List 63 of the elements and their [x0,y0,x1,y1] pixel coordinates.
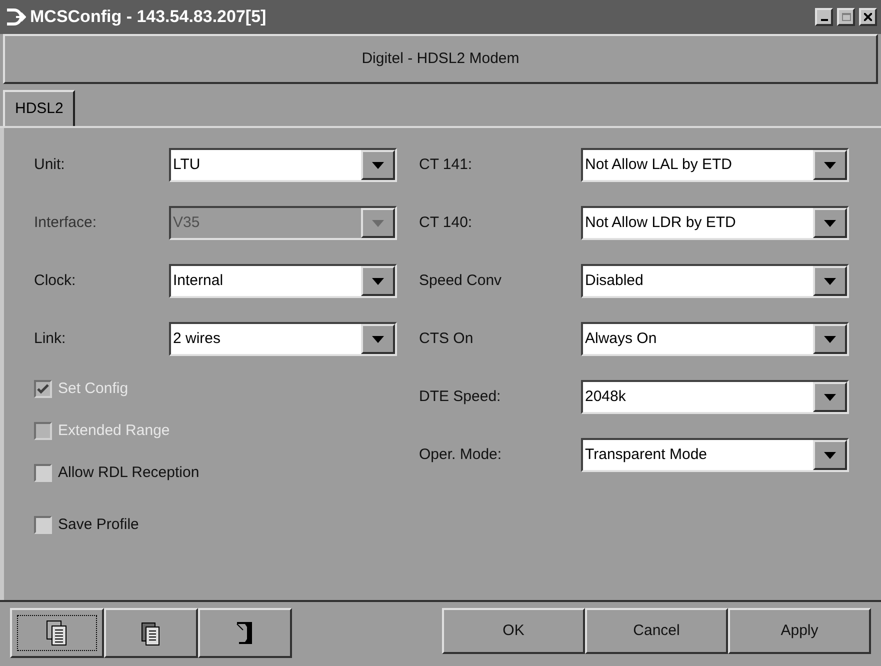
dropdown[interactable]: 2048k [581,380,849,414]
field-label: Unit: [34,154,66,175]
dropdown[interactable]: Disabled [581,264,849,298]
tab[interactable]: HDSL2 [3,90,76,126]
dropdown[interactable]: Transparent Mode [581,438,849,472]
checkbox[interactable] [34,516,52,534]
door-icon [235,620,255,646]
dropdown-value: Disabled [584,270,644,291]
checkmark-icon [37,384,49,394]
checkbox[interactable] [34,464,52,482]
dropdown-arrow-icon [372,162,384,168]
dropdown-value: Transparent Mode [584,444,708,465]
clipboard-icon [141,620,161,646]
dropdown[interactable]: LTU [169,148,397,182]
field-label: Oper. Mode: [419,444,503,465]
app-logo-icon [4,6,26,28]
dropdown[interactable]: Internal [169,264,397,298]
toolbar-button[interactable] [198,608,292,658]
dropdown-arrow-icon [824,220,836,226]
dropdown-arrow-icon [824,162,836,168]
dropdown-value: 2048k [584,386,627,407]
dropdown-arrow-icon [372,278,384,284]
field-label: Link: [34,328,67,349]
toolbar-button[interactable] [104,608,198,658]
dialog-button[interactable]: OK [442,608,585,654]
maximize-button[interactable] [837,8,855,26]
dropdown-arrow-icon [372,220,384,226]
toolbar-button[interactable] [10,608,104,658]
field-label: CT 141: [419,154,474,175]
dropdown-value: Not Allow LDR by ETD [584,212,737,233]
checkbox-label: Set Config [58,378,128,399]
field-label: Clock: [34,270,77,291]
dropdown-value: V35 [172,212,201,233]
dropdown[interactable]: 2 wires [169,322,397,356]
dropdown-arrow-icon [824,278,836,284]
window-title: MCSConfig - 143.54.83.207[5] [30,6,268,28]
dropdown-arrow-icon [372,336,384,342]
dropdown[interactable]: Not Allow LDR by ETD [581,206,849,240]
dropdown[interactable]: Not Allow LAL by ETD [581,148,849,182]
dropdown-arrow-icon [824,336,836,342]
dialog-button[interactable]: Cancel [585,608,728,654]
close-icon [864,13,872,21]
header-title: Digitel - HDSL2 Modem [362,48,520,69]
field-label: CTS On [419,328,474,349]
dropdown-arrow-icon [824,394,836,400]
field-label: Speed Conv [419,270,503,291]
dropdown[interactable]: Always On [581,322,849,356]
checkbox-label: Allow RDL Reception [58,462,200,483]
dropdown-value: LTU [172,154,202,175]
checkbox-label: Save Profile [58,514,139,535]
documents-icon [46,620,68,646]
dropdown-value: Not Allow LAL by ETD [584,154,734,175]
dropdown-value: 2 wires [172,328,222,349]
dropdown-value: Always On [584,328,658,349]
field-label: CT 140: [419,212,474,233]
checkbox-label: Extended Range [58,420,170,441]
dialog-button[interactable]: Apply [728,608,871,654]
minimize-button[interactable] [815,8,833,26]
field-label: Interface: [34,212,98,233]
dropdown-value: Internal [172,270,224,291]
close-button[interactable] [859,8,877,26]
field-label: DTE Speed: [419,386,502,407]
dropdown-arrow-icon [824,452,836,458]
